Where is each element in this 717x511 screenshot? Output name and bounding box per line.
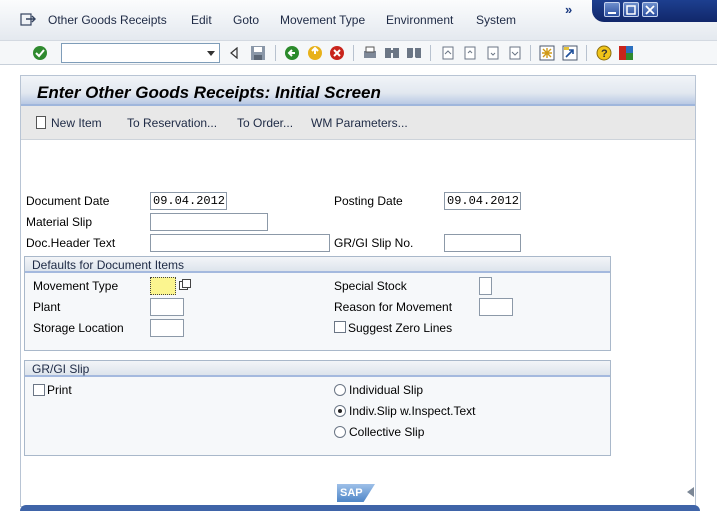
- main-content: Enter Other Goods Receipts: Initial Scre…: [20, 75, 696, 507]
- save-icon[interactable]: [249, 44, 266, 61]
- first-page-icon[interactable]: [439, 44, 456, 61]
- defaults-group: Defaults for Document Items Movement Typ…: [24, 256, 611, 351]
- menu-exit-icon[interactable]: [20, 11, 36, 27]
- movement-type-label: Movement Type: [33, 279, 119, 293]
- cancel-icon[interactable]: [328, 44, 345, 61]
- defaults-group-title: Defaults for Document Items: [32, 258, 185, 272]
- page-title: Enter Other Goods Receipts: Initial Scre…: [37, 83, 381, 102]
- grgi-slip-no-label: GR/GI Slip No.: [334, 236, 414, 250]
- suggest-zero-lines-checkbox[interactable]: [334, 321, 346, 333]
- material-slip-label: Material Slip: [26, 215, 93, 229]
- storage-location-field[interactable]: [150, 319, 184, 337]
- create-session-icon[interactable]: [538, 44, 555, 61]
- collective-slip-label: Collective Slip: [349, 425, 425, 439]
- to-reservation-button[interactable]: To Reservation...: [127, 116, 217, 130]
- special-stock-label: Special Stock: [334, 279, 407, 293]
- plant-label: Plant: [33, 300, 61, 314]
- collective-slip-radio[interactable]: [334, 426, 346, 438]
- possible-entries-icon[interactable]: [179, 279, 191, 291]
- new-item-label: New Item: [51, 116, 102, 130]
- window-controls: [592, 0, 717, 22]
- menu-environment[interactable]: Environment: [386, 13, 453, 27]
- print-checkbox[interactable]: [33, 384, 45, 396]
- toolbar-separator: [530, 45, 531, 61]
- menu-edit[interactable]: Edit: [191, 13, 212, 27]
- menu-bar: Other Goods Receipts Edit Goto Movement …: [0, 0, 717, 40]
- maximize-icon[interactable]: [623, 2, 639, 17]
- storage-location-label: Storage Location: [33, 321, 124, 335]
- last-page-icon[interactable]: [506, 44, 523, 61]
- indiv-slip-inspect-text-label: Indiv.Slip w.Inspect.Text: [349, 404, 476, 418]
- to-order-button[interactable]: To Order...: [237, 116, 293, 130]
- next-page-icon[interactable]: [484, 44, 501, 61]
- find-icon[interactable]: [383, 44, 400, 61]
- collapse-command-field-icon[interactable]: [225, 44, 242, 61]
- find-next-icon[interactable]: [405, 44, 422, 61]
- document-date-field[interactable]: 09.04.2012: [150, 192, 227, 210]
- grgi-slip-no-field[interactable]: [444, 234, 521, 252]
- posting-date-label: Posting Date: [334, 194, 403, 208]
- reason-for-movement-field[interactable]: [479, 298, 513, 316]
- special-stock-field[interactable]: [479, 277, 492, 295]
- new-item-button[interactable]: New Item: [36, 116, 102, 130]
- help-icon[interactable]: ?: [595, 44, 612, 61]
- reason-for-movement-label: Reason for Movement: [334, 300, 453, 314]
- status-bar: [20, 505, 700, 511]
- material-slip-field[interactable]: [150, 213, 268, 231]
- individual-slip-radio[interactable]: [334, 384, 346, 396]
- menu-system[interactable]: System: [476, 13, 516, 27]
- toolbar-separator: [353, 45, 354, 61]
- minimize-icon[interactable]: [604, 2, 620, 17]
- exit-icon[interactable]: [306, 44, 323, 61]
- standard-toolbar: ?: [0, 40, 717, 65]
- new-document-icon: [36, 116, 46, 129]
- application-toolbar: New Item To Reservation... To Order... W…: [21, 106, 695, 140]
- grgi-slip-group: GR/GI Slip Print Individual Slip Indiv.S…: [24, 360, 611, 456]
- grgi-slip-group-header: GR/GI Slip: [25, 361, 610, 377]
- back-icon[interactable]: [283, 44, 300, 61]
- menu-goto[interactable]: Goto: [233, 13, 259, 27]
- create-shortcut-icon[interactable]: [561, 44, 578, 61]
- defaults-group-header: Defaults for Document Items: [25, 257, 610, 273]
- status-bar-toggle-icon[interactable]: [687, 487, 694, 497]
- indiv-slip-inspect-text-radio[interactable]: [334, 405, 346, 417]
- grgi-slip-group-title: GR/GI Slip: [32, 362, 90, 376]
- toolbar-separator: [275, 45, 276, 61]
- command-field[interactable]: [61, 43, 220, 63]
- menu-more-button[interactable]: »: [565, 2, 572, 17]
- posting-date-field[interactable]: 09.04.2012: [444, 192, 521, 210]
- screen-title-bar: Enter Other Goods Receipts: Initial Scre…: [21, 76, 695, 106]
- menu-movement-type[interactable]: Movement Type: [280, 13, 365, 27]
- toolbar-separator: [586, 45, 587, 61]
- close-icon[interactable]: [642, 2, 658, 17]
- plant-field[interactable]: [150, 298, 184, 316]
- customize-layout-icon[interactable]: [617, 44, 634, 61]
- chevron-down-icon[interactable]: [207, 51, 215, 56]
- movement-type-field[interactable]: [150, 277, 176, 295]
- toolbar-separator: [430, 45, 431, 61]
- doc-header-text-label: Doc.Header Text: [26, 236, 116, 250]
- doc-header-text-field[interactable]: [150, 234, 330, 252]
- print-label: Print: [47, 383, 72, 397]
- svg-text:?: ?: [601, 48, 608, 60]
- enter-icon[interactable]: [31, 44, 48, 61]
- menu-other-goods-receipts[interactable]: Other Goods Receipts: [48, 13, 167, 27]
- suggest-zero-lines-label: Suggest Zero Lines: [348, 321, 453, 335]
- individual-slip-label: Individual Slip: [349, 383, 424, 397]
- print-icon[interactable]: [361, 44, 378, 61]
- document-date-label: Document Date: [26, 194, 110, 208]
- wm-parameters-button[interactable]: WM Parameters...: [311, 116, 408, 130]
- previous-page-icon[interactable]: [461, 44, 478, 61]
